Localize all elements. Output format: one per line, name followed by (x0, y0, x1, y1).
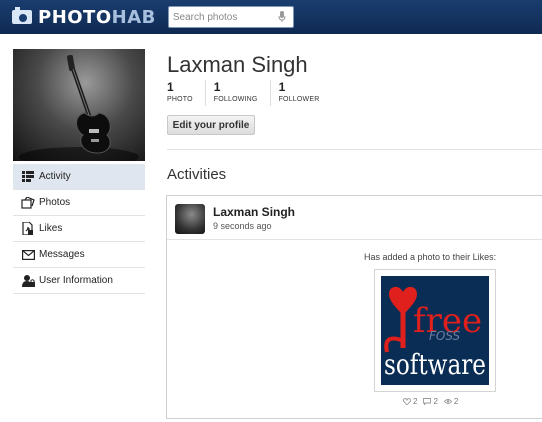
user-lock-icon (21, 274, 35, 288)
comment-count-value: 2 (433, 397, 438, 406)
camera-icon (12, 7, 32, 24)
free-software-graphic: free FOSS software (381, 276, 489, 385)
activity-photo[interactable]: free FOSS software (374, 269, 496, 392)
edit-profile-button[interactable]: Edit your profile (167, 115, 255, 135)
avatar[interactable] (175, 204, 205, 234)
stat-follower[interactable]: 1 FOLLOWER (279, 80, 332, 106)
guitar-image (19, 54, 139, 161)
activity-card-header: Laxman Singh 9 seconds ago (167, 196, 542, 240)
likes-icon (21, 222, 35, 236)
activities-heading: Activities (167, 166, 227, 183)
free-software-image: free FOSS software (381, 276, 489, 385)
microphone-icon[interactable] (275, 9, 289, 25)
sidebar-item-label: Messages (39, 249, 85, 260)
view-count-value: 2 (453, 397, 459, 406)
eye-icon (443, 398, 453, 406)
sidebar-item-label: Likes (39, 223, 63, 234)
profile-name: Laxman Singh (167, 52, 308, 77)
activity-caption: Has added a photo to their Likes: (364, 252, 497, 262)
view-count[interactable]: 2 (443, 397, 459, 406)
stat-value: 1 (213, 80, 221, 94)
logo-text: PHOTO (38, 6, 112, 28)
sidebar-nav: Activity Photos Likes Messages User Info… (13, 164, 145, 294)
stat-value: 1 (167, 80, 174, 94)
sidebar-item-label: Photos (39, 197, 71, 208)
comment-icon (423, 398, 432, 406)
logo-accent-text: HAB (111, 6, 156, 28)
divider (167, 149, 542, 150)
activity-counts: 2 2 2 (403, 397, 464, 406)
envelope-icon (21, 248, 35, 262)
top-bar: PHOTOHAB (0, 0, 542, 34)
stat-photo[interactable]: 1 PHOTO (167, 80, 206, 106)
stat-label: FOLLOWER (278, 96, 320, 103)
activity-timestamp: 9 seconds ago (213, 221, 272, 231)
profile-stats: 1 PHOTO 1 FOLLOWING 1 FOLLOWER (167, 80, 339, 106)
sidebar-item-user-information[interactable]: User Information (13, 268, 145, 294)
sidebar-item-likes[interactable]: Likes (13, 216, 145, 242)
sidebar-item-label: User Information (39, 275, 113, 286)
sidebar-item-photos[interactable]: Photos (13, 190, 145, 216)
stat-label: PHOTO (167, 96, 193, 103)
stat-following[interactable]: 1 FOLLOWING (214, 80, 271, 106)
sidebar-item-activity[interactable]: Activity (13, 164, 145, 190)
search-box (167, 6, 294, 28)
like-count[interactable]: 2 (403, 397, 417, 406)
activity-user-name[interactable]: Laxman Singh (213, 205, 295, 219)
profile-photo[interactable] (13, 49, 145, 161)
activity-list-icon (21, 170, 35, 184)
stat-value: 1 (278, 80, 286, 94)
comment-count[interactable]: 2 (423, 397, 438, 406)
sidebar-item-label: Activity (39, 171, 71, 182)
heart-icon (403, 398, 412, 406)
logo[interactable]: PHOTOHAB (12, 0, 156, 34)
like-count-value: 2 (413, 397, 418, 406)
photo-text-foss: FOSS (429, 329, 461, 343)
search-input[interactable] (168, 8, 275, 26)
photos-icon (21, 196, 35, 210)
activity-card: Laxman Singh 9 seconds ago Has added a p… (166, 195, 542, 419)
sidebar-item-messages[interactable]: Messages (13, 242, 145, 268)
photo-text-software: software (384, 348, 486, 381)
stat-label: FOLLOWING (213, 96, 258, 103)
